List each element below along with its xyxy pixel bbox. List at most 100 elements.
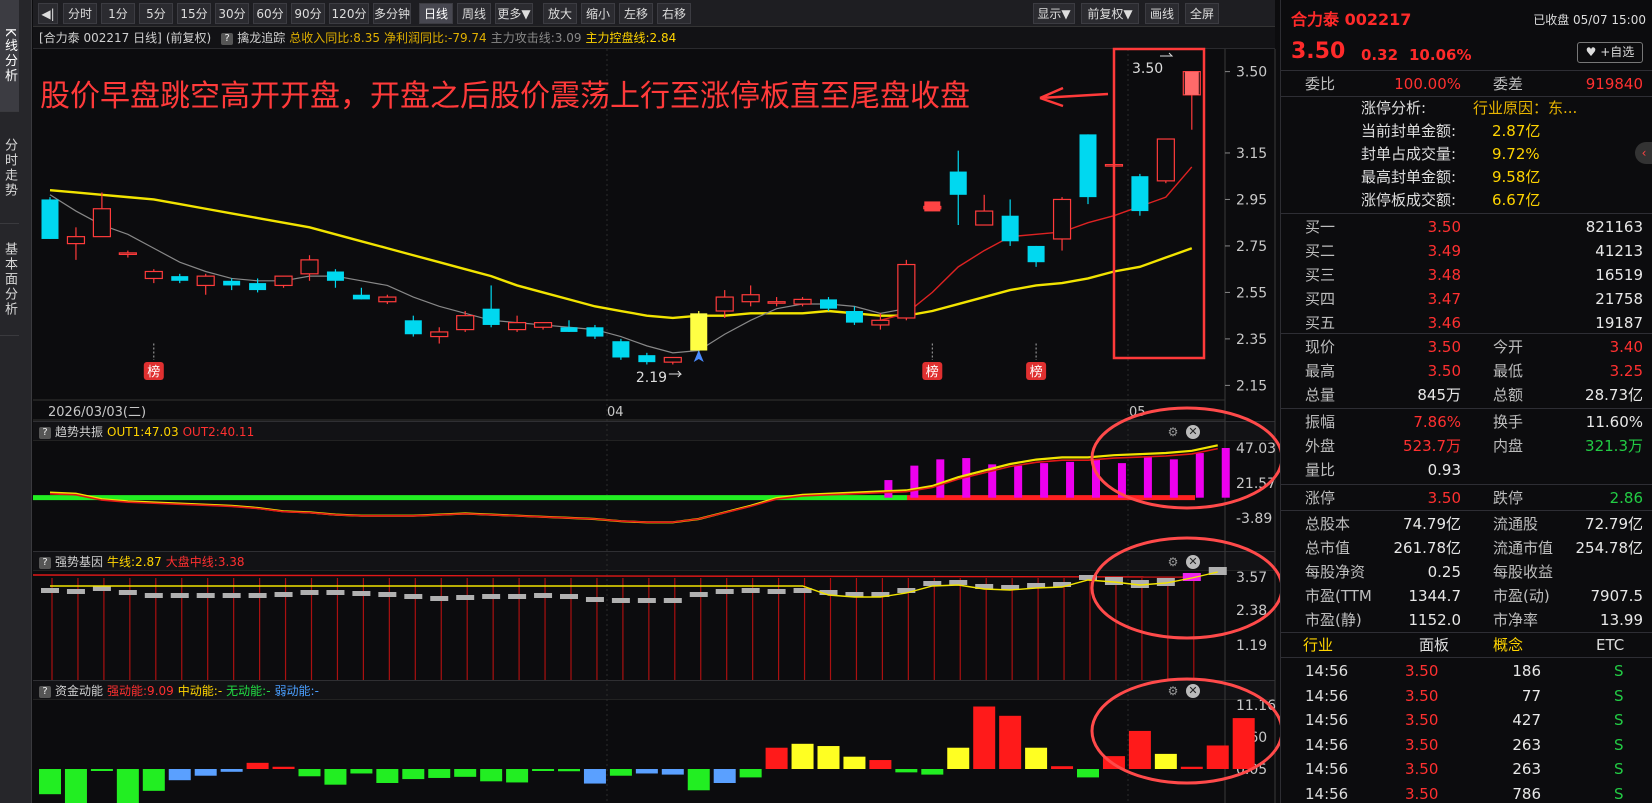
strength-block[interactable] bbox=[508, 594, 527, 599]
candle[interactable] bbox=[1052, 197, 1072, 251]
fund-bar[interactable] bbox=[791, 743, 814, 769]
period-btn-8[interactable]: 多分钟 bbox=[373, 3, 411, 24]
trend-bar[interactable] bbox=[1040, 463, 1049, 498]
candle[interactable] bbox=[820, 297, 837, 312]
strength-block[interactable] bbox=[534, 593, 553, 598]
candle[interactable] bbox=[690, 311, 708, 353]
fund-bar[interactable] bbox=[1025, 747, 1048, 769]
period-btn-14[interactable]: 左移 bbox=[619, 3, 653, 24]
strength-block[interactable] bbox=[741, 588, 760, 593]
period-btn-13[interactable]: 缩小 bbox=[581, 3, 615, 24]
fund-bar[interactable] bbox=[194, 769, 217, 776]
help-icon[interactable]: ? bbox=[39, 556, 51, 569]
strength-block[interactable] bbox=[897, 588, 916, 593]
strength-block[interactable] bbox=[871, 592, 890, 597]
period-btn-1[interactable]: 1分 bbox=[101, 3, 135, 24]
fund-bar[interactable] bbox=[1128, 730, 1151, 769]
fund-bar[interactable] bbox=[558, 769, 580, 772]
fund-bar[interactable] bbox=[272, 766, 295, 769]
candle[interactable] bbox=[378, 294, 397, 305]
candle[interactable] bbox=[300, 255, 319, 281]
candle[interactable] bbox=[1104, 163, 1124, 167]
strength-block[interactable] bbox=[144, 593, 163, 598]
fund-bar[interactable] bbox=[609, 769, 632, 776]
strength-block[interactable] bbox=[1104, 577, 1123, 585]
candle[interactable] bbox=[871, 313, 890, 330]
candle[interactable] bbox=[638, 352, 656, 365]
candle[interactable] bbox=[767, 297, 786, 307]
candle[interactable] bbox=[223, 278, 241, 291]
tab-2[interactable]: 概念 bbox=[1493, 633, 1523, 657]
candle[interactable] bbox=[1079, 134, 1097, 205]
strength-block[interactable] bbox=[663, 598, 682, 603]
candle[interactable] bbox=[456, 311, 475, 332]
fund-bar[interactable] bbox=[765, 747, 788, 769]
strength-block[interactable] bbox=[378, 592, 397, 597]
strength-block[interactable] bbox=[1079, 575, 1097, 580]
collapse-arrow-icon[interactable]: ‹ bbox=[1635, 142, 1652, 164]
candle[interactable] bbox=[352, 287, 370, 300]
trend-bar[interactable] bbox=[936, 459, 945, 498]
strength-block[interactable] bbox=[1182, 573, 1201, 581]
fund-bar[interactable] bbox=[90, 769, 113, 771]
period-btn-3[interactable]: 15分 bbox=[177, 3, 211, 24]
trend-bar[interactable] bbox=[1014, 465, 1023, 498]
fund-bar[interactable] bbox=[1051, 766, 1074, 769]
trend-bar[interactable] bbox=[910, 465, 919, 498]
fund-bar[interactable] bbox=[1206, 745, 1229, 769]
fund-bar[interactable] bbox=[454, 769, 477, 777]
trend-bar[interactable] bbox=[1117, 463, 1126, 498]
fund-bar[interactable] bbox=[480, 769, 503, 782]
candle[interactable] bbox=[560, 320, 578, 332]
rank-badge[interactable]: 榜 bbox=[143, 343, 164, 380]
tab-3[interactable]: ETC bbox=[1596, 633, 1624, 657]
trend-bar[interactable] bbox=[988, 464, 997, 498]
fund-bar[interactable] bbox=[350, 769, 373, 774]
candle[interactable] bbox=[66, 227, 86, 260]
trend-bar[interactable] bbox=[1221, 448, 1230, 498]
fund-bar[interactable] bbox=[921, 769, 944, 775]
indicator-name[interactable]: 擒龙追踪 bbox=[237, 31, 285, 45]
strength-block[interactable] bbox=[404, 594, 423, 599]
strength-block[interactable] bbox=[611, 598, 630, 603]
fund-bar[interactable] bbox=[973, 706, 996, 769]
candle[interactable] bbox=[793, 297, 812, 307]
fund-bar[interactable] bbox=[999, 715, 1022, 769]
settings-icon[interactable]: ⚙ bbox=[1166, 684, 1180, 698]
fund-bar[interactable] bbox=[324, 769, 347, 785]
candle[interactable] bbox=[92, 192, 112, 238]
toolbar-right-btn-3[interactable]: 全屏 bbox=[1185, 3, 1219, 24]
collapse-panel-icon[interactable]: ◀| bbox=[38, 3, 58, 24]
close-icon[interactable]: ✕ bbox=[1186, 425, 1200, 439]
candle[interactable] bbox=[508, 315, 527, 332]
period-btn-4[interactable]: 30分 bbox=[215, 3, 249, 24]
strength-block[interactable] bbox=[456, 595, 475, 600]
fund-bar[interactable] bbox=[1077, 769, 1099, 778]
trend-bar[interactable] bbox=[1169, 459, 1178, 498]
candle[interactable] bbox=[118, 250, 137, 258]
strength-block[interactable] bbox=[767, 589, 786, 594]
add-favorite-button[interactable]: ♥ +自选 bbox=[1577, 42, 1643, 63]
candle[interactable] bbox=[1156, 138, 1175, 184]
trend-bar[interactable] bbox=[962, 458, 971, 498]
period-btn-5[interactable]: 60分 bbox=[253, 3, 287, 24]
candle[interactable] bbox=[1182, 71, 1201, 130]
strength-block[interactable] bbox=[845, 592, 864, 597]
strength-block[interactable] bbox=[1156, 578, 1175, 586]
candle[interactable] bbox=[249, 278, 267, 293]
strength-block[interactable] bbox=[66, 589, 85, 594]
help-icon[interactable]: ? bbox=[39, 685, 51, 698]
trend-bar[interactable] bbox=[1066, 461, 1075, 498]
candle[interactable] bbox=[404, 315, 422, 337]
candle[interactable] bbox=[274, 275, 293, 288]
fund-bar[interactable] bbox=[298, 769, 321, 777]
strength-block[interactable] bbox=[560, 594, 578, 599]
candle[interactable] bbox=[326, 269, 344, 288]
candle[interactable] bbox=[533, 322, 553, 330]
trend-bar[interactable] bbox=[1143, 456, 1152, 498]
fund-bar[interactable] bbox=[739, 769, 762, 778]
candle[interactable] bbox=[845, 306, 863, 325]
strength-block[interactable] bbox=[689, 592, 708, 597]
fund-bar[interactable] bbox=[168, 769, 191, 781]
fund-bar[interactable] bbox=[376, 769, 399, 783]
